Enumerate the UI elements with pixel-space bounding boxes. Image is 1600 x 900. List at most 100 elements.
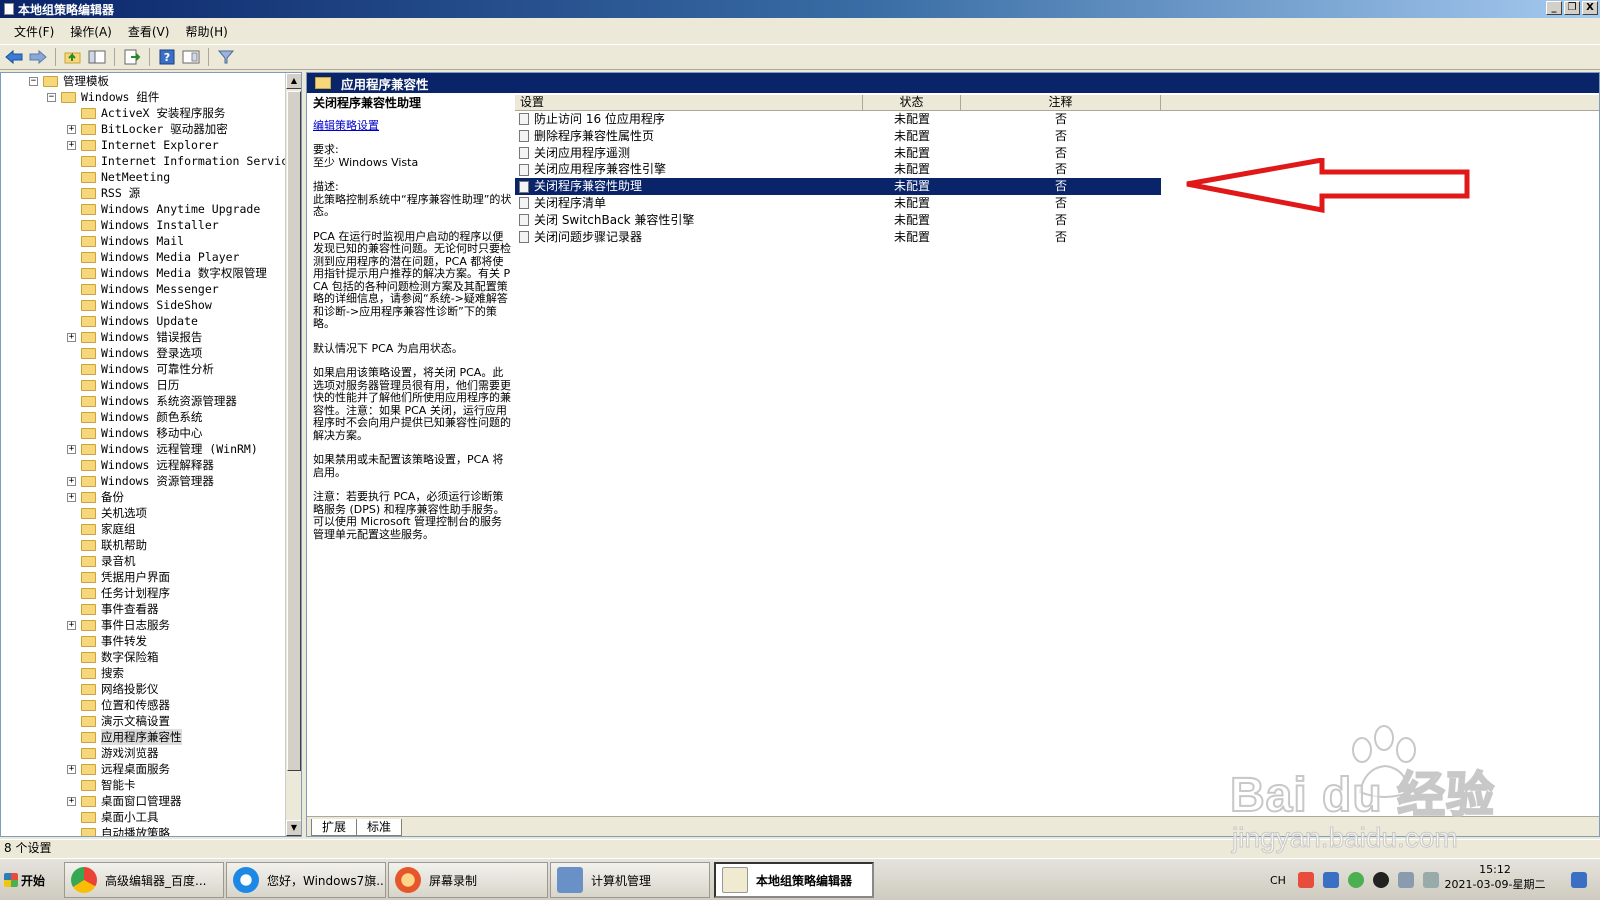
- column-header-comment[interactable]: 注释: [961, 95, 1161, 110]
- help-icon[interactable]: ?: [157, 47, 177, 67]
- scroll-down-arrow-icon[interactable]: ▼: [286, 820, 301, 836]
- tree-item[interactable]: 搜索: [1, 665, 285, 681]
- table-row[interactable]: 关闭应用程序遥测 未配置 否: [515, 145, 1161, 162]
- table-row[interactable]: 防止访问 16 位应用程序 未配置 否: [515, 111, 1161, 128]
- menu-file[interactable]: 文件(F): [6, 23, 62, 40]
- sogou-ime-icon[interactable]: [1297, 872, 1314, 888]
- table-row[interactable]: 关闭程序兼容性助理 未配置 否: [515, 178, 1161, 195]
- tree-item[interactable]: 应用程序兼容性: [1, 729, 285, 745]
- expand-icon[interactable]: +: [67, 333, 76, 342]
- collapse-icon[interactable]: −: [47, 93, 56, 102]
- menu-help[interactable]: 帮助(H): [177, 23, 235, 40]
- tab-extended[interactable]: 扩展: [311, 819, 358, 836]
- tree-item[interactable]: Windows Update: [1, 313, 285, 329]
- filter-icon[interactable]: [216, 47, 236, 67]
- window-title-bar[interactable]: 本地组策略编辑器 _ ❐ X: [0, 0, 1600, 18]
- tree-item[interactable]: 桌面小工具: [1, 809, 285, 825]
- tree-item[interactable]: Windows 可靠性分析: [1, 361, 285, 377]
- tree-item[interactable]: Windows Media Player: [1, 249, 285, 265]
- tree-item[interactable]: + 桌面窗口管理器: [1, 793, 285, 809]
- expand-icon[interactable]: +: [67, 477, 76, 486]
- tree-pane[interactable]: − 管理模板 − Windows 组件 ActiveX 安装程序服务 + BitLocker…: [0, 72, 302, 837]
- properties-pane-icon[interactable]: [181, 47, 201, 67]
- restore-button[interactable]: ❐: [1564, 1, 1580, 15]
- tree-item[interactable]: + Internet Explorer: [1, 137, 285, 153]
- minimize-button[interactable]: _: [1546, 1, 1562, 15]
- tree-item[interactable]: + Windows 资源管理器: [1, 473, 285, 489]
- tree-item[interactable]: Windows 移动中心: [1, 425, 285, 441]
- back-arrow-icon[interactable]: [4, 47, 24, 67]
- menu-view[interactable]: 查看(V): [120, 23, 178, 40]
- tree-item[interactable]: 凭据用户界面: [1, 569, 285, 585]
- up-folder-icon[interactable]: [63, 47, 83, 67]
- tree-item[interactable]: 关机选项: [1, 505, 285, 521]
- tree-item[interactable]: Windows 登录选项: [1, 345, 285, 361]
- task-computer-management[interactable]: 计算机管理: [550, 862, 710, 898]
- expand-icon[interactable]: +: [67, 125, 76, 134]
- tree-item[interactable]: 任务计划程序: [1, 585, 285, 601]
- show-hide-tree-icon[interactable]: [87, 47, 107, 67]
- tree-item[interactable]: 智能卡: [1, 777, 285, 793]
- tree-item[interactable]: 游戏浏览器: [1, 745, 285, 761]
- tree-item[interactable]: 演示文稿设置: [1, 713, 285, 729]
- tab-standard[interactable]: 标准: [356, 819, 403, 836]
- input-language[interactable]: CH: [1270, 874, 1286, 887]
- tree-item[interactable]: 自动播放策略: [1, 825, 285, 836]
- start-button[interactable]: 开始: [2, 863, 52, 897]
- expand-icon[interactable]: +: [67, 445, 76, 454]
- column-header-state[interactable]: 状态: [863, 95, 961, 110]
- tree-item[interactable]: Windows 日历: [1, 377, 285, 393]
- clock[interactable]: 15:12 2021-03-09-星期二: [1430, 862, 1560, 892]
- expand-icon[interactable]: +: [67, 797, 76, 806]
- show-desktop-icon[interactable]: [1571, 872, 1587, 888]
- expand-icon[interactable]: +: [67, 765, 76, 774]
- tree-item[interactable]: − Windows 组件: [1, 89, 285, 105]
- task-screen-record[interactable]: 屏幕录制: [388, 862, 548, 898]
- edit-policy-link[interactable]: 编辑策略设置: [313, 119, 513, 133]
- column-header-setting[interactable]: 设置: [515, 95, 863, 110]
- tree-item[interactable]: + 远程桌面服务: [1, 761, 285, 777]
- tree-item[interactable]: RSS 源: [1, 185, 285, 201]
- tree-item[interactable]: + 备份: [1, 489, 285, 505]
- tree-item[interactable]: + Windows 错误报告: [1, 329, 285, 345]
- tree-item[interactable]: Windows Mail: [1, 233, 285, 249]
- collapse-icon[interactable]: −: [29, 77, 38, 86]
- tree-item[interactable]: Windows Installer: [1, 217, 285, 233]
- table-row[interactable]: 关闭程序清单 未配置 否: [515, 195, 1161, 212]
- tree-item[interactable]: 网络投影仪: [1, 681, 285, 697]
- tree-item[interactable]: NetMeeting: [1, 169, 285, 185]
- table-row[interactable]: 删除程序兼容性属性页 未配置 否: [515, 128, 1161, 145]
- tree-item[interactable]: 事件查看器: [1, 601, 285, 617]
- tree-item[interactable]: 位置和传感器: [1, 697, 285, 713]
- scroll-thumb[interactable]: [287, 91, 301, 771]
- expand-icon[interactable]: +: [67, 141, 76, 150]
- tree-item[interactable]: Windows Messenger: [1, 281, 285, 297]
- network-icon[interactable]: [1397, 872, 1414, 888]
- tree-item[interactable]: Windows 远程解释器: [1, 457, 285, 473]
- forward-arrow-icon[interactable]: [28, 47, 48, 67]
- tree-item[interactable]: Internet Information Services: [1, 153, 301, 169]
- task-group-policy-editor[interactable]: 本地组策略编辑器: [714, 862, 874, 898]
- tree-item[interactable]: + 事件日志服务: [1, 617, 285, 633]
- task-ie[interactable]: 您好，Windows7旗...: [226, 862, 386, 898]
- expand-icon[interactable]: +: [67, 493, 76, 502]
- tree-item[interactable]: Windows 颜色系统: [1, 409, 285, 425]
- tree-item[interactable]: Windows 系统资源管理器: [1, 393, 285, 409]
- tree-scrollbar[interactable]: ▲ ▼: [285, 73, 301, 836]
- tree-item[interactable]: 录音机: [1, 553, 285, 569]
- keyboard-icon[interactable]: [1322, 872, 1339, 888]
- table-row[interactable]: 关闭应用程序兼容性引擎 未配置 否: [515, 161, 1161, 178]
- table-row[interactable]: 关闭问题步骤记录器 未配置 否: [515, 229, 1161, 246]
- task-chrome[interactable]: 高级编辑器_百度...: [64, 862, 224, 898]
- table-row[interactable]: 关闭 SwitchBack 兼容性引擎 未配置 否: [515, 212, 1161, 229]
- tree-item[interactable]: 事件转发: [1, 633, 285, 649]
- tree-item[interactable]: − 管理模板: [1, 73, 285, 89]
- tree-item[interactable]: 联机帮助: [1, 537, 285, 553]
- menu-action[interactable]: 操作(A): [62, 23, 120, 40]
- tree-item[interactable]: + Windows 远程管理 (WinRM): [1, 441, 285, 457]
- export-list-icon[interactable]: [122, 47, 142, 67]
- tree-item[interactable]: Windows Anytime Upgrade: [1, 201, 285, 217]
- scroll-up-arrow-icon[interactable]: ▲: [286, 73, 301, 89]
- expand-icon[interactable]: +: [67, 621, 76, 630]
- qq-icon[interactable]: [1372, 872, 1389, 888]
